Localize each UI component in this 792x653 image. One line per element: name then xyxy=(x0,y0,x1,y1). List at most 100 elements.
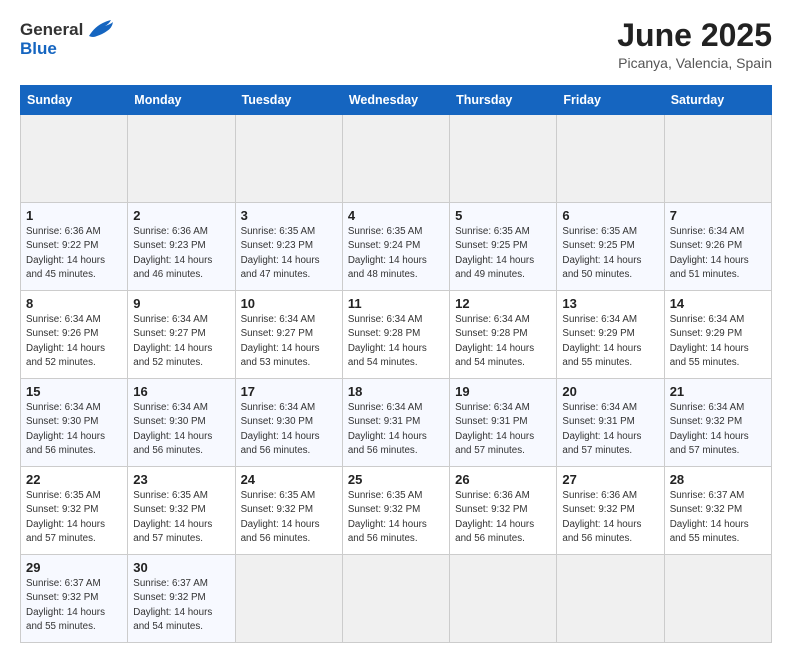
day-number: 6 xyxy=(562,208,658,223)
calendar-cell: 23 Sunrise: 6:35 AMSunset: 9:32 PMDayligh… xyxy=(128,467,235,555)
calendar-cell xyxy=(450,555,557,643)
calendar-cell: 9 Sunrise: 6:34 AMSunset: 9:27 PMDaylight… xyxy=(128,291,235,379)
day-number: 27 xyxy=(562,472,658,487)
day-number: 14 xyxy=(670,296,766,311)
day-number: 17 xyxy=(241,384,337,399)
calendar-cell xyxy=(21,115,128,203)
day-number: 12 xyxy=(455,296,551,311)
calendar-cell: 4 Sunrise: 6:35 AMSunset: 9:24 PMDaylight… xyxy=(342,203,449,291)
calendar-cell: 2Sunrise: 6:36 AMSunset: 9:23 PMDaylight… xyxy=(128,203,235,291)
calendar-cell: 14 Sunrise: 6:34 AMSunset: 9:29 PMDayligh… xyxy=(664,291,771,379)
day-number: 16 xyxy=(133,384,229,399)
calendar-cell: 15 Sunrise: 6:34 AMSunset: 9:30 PMDayligh… xyxy=(21,379,128,467)
logo-blue: Blue xyxy=(20,40,113,57)
day-info: Sunrise: 6:37 AMSunset: 9:32 PMDaylight:… xyxy=(26,577,122,634)
day-info: Sunrise: 6:35 AMSunset: 9:24 PMDaylight:… xyxy=(348,225,444,282)
day-info: Sunrise: 6:37 AMSunset: 9:32 PMDaylight:… xyxy=(670,489,766,546)
calendar-cell: 10Sunrise: 6:34 AMSunset: 9:27 PMDayligh… xyxy=(235,291,342,379)
day-info: Sunrise: 6:34 AMSunset: 9:31 PMDaylight:… xyxy=(455,401,551,458)
calendar-cell xyxy=(557,115,664,203)
day-number: 8 xyxy=(26,296,122,311)
day-number: 4 xyxy=(348,208,444,223)
day-info: Sunrise: 6:35 AMSunset: 9:32 PMDaylight:… xyxy=(241,489,337,546)
day-info: Sunrise: 6:34 AMSunset: 9:26 PMDaylight:… xyxy=(670,225,766,282)
logo: General Blue xyxy=(20,18,113,57)
calendar-title: June 2025 xyxy=(617,18,772,53)
day-number: 26 xyxy=(455,472,551,487)
calendar-subtitle: Picanya, Valencia, Spain xyxy=(617,55,772,71)
day-number: 13 xyxy=(562,296,658,311)
day-number: 29 xyxy=(26,560,122,575)
calendar-table: SundayMondayTuesdayWednesdayThursdayFrid… xyxy=(20,85,772,643)
day-number: 15 xyxy=(26,384,122,399)
day-info: Sunrise: 6:35 AMSunset: 9:32 PMDaylight:… xyxy=(348,489,444,546)
day-info: Sunrise: 6:34 AMSunset: 9:30 PMDaylight:… xyxy=(133,401,229,458)
day-number: 3 xyxy=(241,208,337,223)
calendar-cell: 12 Sunrise: 6:34 AMSunset: 9:28 PMDayligh… xyxy=(450,291,557,379)
calendar-cell: 30 Sunrise: 6:37 AMSunset: 9:32 PMDayligh… xyxy=(128,555,235,643)
calendar-cell: 29 Sunrise: 6:37 AMSunset: 9:32 PMDayligh… xyxy=(21,555,128,643)
calendar-cell xyxy=(450,115,557,203)
day-info: Sunrise: 6:36 AMSunset: 9:32 PMDaylight:… xyxy=(455,489,551,546)
calendar-cell xyxy=(664,555,771,643)
logo-general: General xyxy=(20,21,83,38)
day-info: Sunrise: 6:35 AMSunset: 9:32 PMDaylight:… xyxy=(133,489,229,546)
day-info: Sunrise: 6:34 AMSunset: 9:29 PMDaylight:… xyxy=(562,313,658,370)
day-info: Sunrise: 6:35 AMSunset: 9:23 PMDaylight:… xyxy=(241,225,337,282)
calendar-cell: 25 Sunrise: 6:35 AMSunset: 9:32 PMDayligh… xyxy=(342,467,449,555)
calendar-cell: 26 Sunrise: 6:36 AMSunset: 9:32 PMDayligh… xyxy=(450,467,557,555)
day-info: Sunrise: 6:35 AMSunset: 9:25 PMDaylight:… xyxy=(455,225,551,282)
calendar-cell xyxy=(235,115,342,203)
day-info: Sunrise: 6:34 AMSunset: 9:27 PMDaylight:… xyxy=(241,313,337,370)
col-header-tuesday: Tuesday xyxy=(235,86,342,115)
day-info: Sunrise: 6:36 AMSunset: 9:23 PMDaylight:… xyxy=(133,225,229,282)
day-info: Sunrise: 6:34 AMSunset: 9:28 PMDaylight:… xyxy=(455,313,551,370)
day-info: Sunrise: 6:34 AMSunset: 9:27 PMDaylight:… xyxy=(133,313,229,370)
calendar-cell: 3 Sunrise: 6:35 AMSunset: 9:23 PMDaylight… xyxy=(235,203,342,291)
day-number: 7 xyxy=(670,208,766,223)
calendar-cell: 18Sunrise: 6:34 AMSunset: 9:31 PMDayligh… xyxy=(342,379,449,467)
day-number: 25 xyxy=(348,472,444,487)
calendar-cell xyxy=(342,115,449,203)
calendar-cell: 16 Sunrise: 6:34 AMSunset: 9:30 PMDayligh… xyxy=(128,379,235,467)
day-number: 21 xyxy=(670,384,766,399)
calendar-cell xyxy=(557,555,664,643)
title-block: June 2025 Picanya, Valencia, Spain xyxy=(617,18,772,71)
col-header-wednesday: Wednesday xyxy=(342,86,449,115)
logo-bird-icon xyxy=(85,18,113,40)
calendar-cell: 11Sunrise: 6:34 AMSunset: 9:28 PMDayligh… xyxy=(342,291,449,379)
calendar-cell: 7 Sunrise: 6:34 AMSunset: 9:26 PMDaylight… xyxy=(664,203,771,291)
col-header-monday: Monday xyxy=(128,86,235,115)
day-info: Sunrise: 6:34 AMSunset: 9:29 PMDaylight:… xyxy=(670,313,766,370)
calendar-cell: 6 Sunrise: 6:35 AMSunset: 9:25 PMDaylight… xyxy=(557,203,664,291)
header: General Blue June 2025 Picanya, Valencia… xyxy=(20,18,772,71)
calendar-cell: 19 Sunrise: 6:34 AMSunset: 9:31 PMDayligh… xyxy=(450,379,557,467)
calendar-cell xyxy=(342,555,449,643)
calendar-cell xyxy=(235,555,342,643)
day-info: Sunrise: 6:37 AMSunset: 9:32 PMDaylight:… xyxy=(133,577,229,634)
day-info: Sunrise: 6:36 AMSunset: 9:22 PMDaylight:… xyxy=(26,225,122,282)
day-number: 24 xyxy=(241,472,337,487)
day-info: Sunrise: 6:34 AMSunset: 9:32 PMDaylight:… xyxy=(670,401,766,458)
day-info: Sunrise: 6:34 AMSunset: 9:28 PMDaylight:… xyxy=(348,313,444,370)
day-info: Sunrise: 6:35 AMSunset: 9:25 PMDaylight:… xyxy=(562,225,658,282)
day-info: Sunrise: 6:34 AMSunset: 9:31 PMDaylight:… xyxy=(562,401,658,458)
day-info: Sunrise: 6:34 AMSunset: 9:30 PMDaylight:… xyxy=(26,401,122,458)
calendar-cell: 1 Sunrise: 6:36 AMSunset: 9:22 PMDaylight… xyxy=(21,203,128,291)
calendar-cell: 13 Sunrise: 6:34 AMSunset: 9:29 PMDayligh… xyxy=(557,291,664,379)
day-number: 9 xyxy=(133,296,229,311)
day-info: Sunrise: 6:36 AMSunset: 9:32 PMDaylight:… xyxy=(562,489,658,546)
calendar-cell xyxy=(128,115,235,203)
day-number: 5 xyxy=(455,208,551,223)
calendar-cell: 17Sunrise: 6:34 AMSunset: 9:30 PMDayligh… xyxy=(235,379,342,467)
day-number: 1 xyxy=(26,208,122,223)
col-header-friday: Friday xyxy=(557,86,664,115)
day-number: 23 xyxy=(133,472,229,487)
calendar-cell xyxy=(664,115,771,203)
day-number: 28 xyxy=(670,472,766,487)
day-number: 22 xyxy=(26,472,122,487)
day-number: 18 xyxy=(348,384,444,399)
calendar-cell: 24 Sunrise: 6:35 AMSunset: 9:32 PMDayligh… xyxy=(235,467,342,555)
day-number: 30 xyxy=(133,560,229,575)
day-number: 19 xyxy=(455,384,551,399)
